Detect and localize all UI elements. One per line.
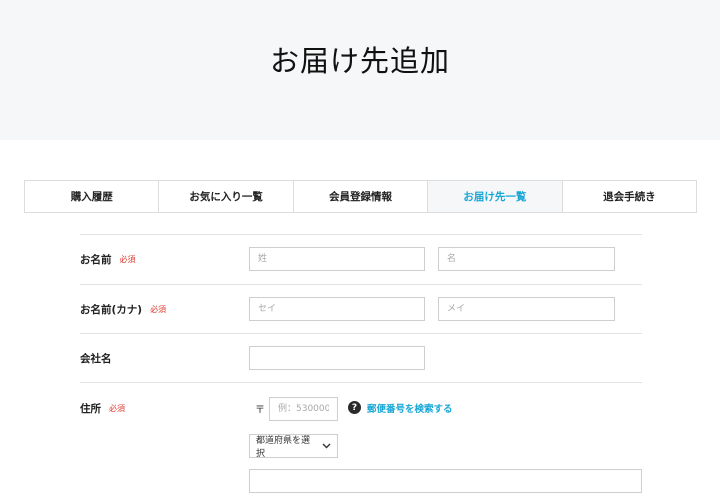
city-address-input[interactable]	[249, 469, 642, 493]
kana-row: お名前(カナ) 必須	[80, 284, 642, 334]
first-name-input[interactable]	[438, 247, 615, 271]
tab-member-info[interactable]: 会員登録情報	[294, 181, 429, 212]
last-name-input[interactable]	[249, 247, 425, 271]
postal-mark: 〒	[255, 405, 265, 416]
company-input[interactable]	[249, 346, 425, 370]
zip-search-link[interactable]: 郵便番号を検索する	[367, 401, 453, 415]
mypage-tabs: 購入履歴 お気に入り一覧 会員登録情報 お届け先一覧 退会手続き	[24, 180, 697, 213]
prefecture-select-value: 都道府県を選択	[256, 436, 311, 459]
question-circle-icon[interactable]: ?	[348, 401, 361, 414]
page-header: お届け先追加	[0, 0, 720, 140]
zip-code-input[interactable]	[269, 397, 338, 421]
tab-withdrawal[interactable]: 退会手続き	[563, 181, 696, 212]
required-badge: 必須	[119, 255, 136, 264]
kana-label: お名前(カナ) 必須	[80, 304, 167, 316]
company-label: 会社名	[80, 353, 112, 365]
first-name-kana-input[interactable]	[438, 297, 615, 321]
tab-favorites[interactable]: お気に入り一覧	[159, 181, 294, 212]
required-badge: 必須	[150, 305, 167, 314]
required-badge: 必須	[109, 404, 125, 413]
name-row: お名前 必須	[80, 234, 642, 285]
chevron-down-icon	[322, 441, 331, 452]
prefecture-select[interactable]: 都道府県を選択	[249, 434, 338, 459]
tab-purchase-history[interactable]: 購入履歴	[25, 181, 160, 212]
tab-delivery-addresses[interactable]: お届け先一覧	[428, 181, 563, 212]
company-row: 会社名	[80, 333, 642, 383]
address-label: 住所 必須	[80, 403, 125, 415]
page-title: お届け先追加	[269, 44, 450, 78]
name-label: お名前 必須	[80, 254, 136, 266]
last-name-kana-input[interactable]	[249, 297, 425, 321]
address-row: 住所必須 〒 ? 郵便番号を検索する 都道府県を選択	[80, 382, 642, 493]
